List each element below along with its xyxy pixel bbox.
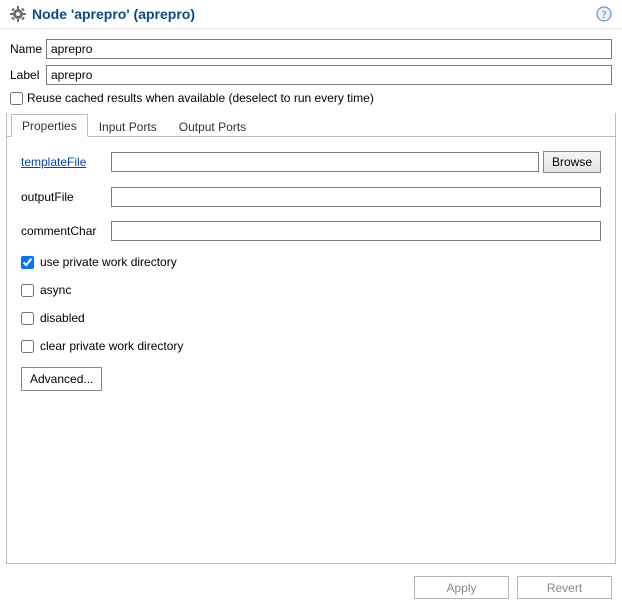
tab-input-ports[interactable]: Input Ports: [88, 115, 168, 137]
outputfile-input[interactable]: [111, 187, 601, 207]
svg-text:?: ?: [602, 10, 607, 21]
clear-private-checkbox[interactable]: [21, 340, 34, 353]
use-private-checkbox[interactable]: [21, 256, 34, 269]
name-input[interactable]: [46, 39, 612, 59]
label-label: Label: [10, 68, 46, 82]
name-label: Name: [10, 42, 46, 56]
gear-icon: [10, 6, 26, 22]
use-private-label: use private work directory: [40, 255, 177, 269]
help-icon[interactable]: ?: [596, 6, 612, 22]
outputfile-label: outputFile: [21, 190, 111, 204]
revert-button[interactable]: Revert: [517, 576, 612, 599]
panel-title: Node 'aprepro' (aprepro): [32, 6, 596, 22]
top-form: Name Label Reuse cached results when ava…: [0, 29, 622, 105]
async-checkbox[interactable]: [21, 284, 34, 297]
panel-header: Node 'aprepro' (aprepro) ?: [0, 0, 622, 29]
async-label: async: [40, 283, 71, 297]
advanced-button[interactable]: Advanced...: [21, 367, 102, 391]
tab-properties[interactable]: Properties: [11, 114, 88, 137]
commentchar-label: commentChar: [21, 224, 111, 238]
templatefile-input[interactable]: [111, 152, 539, 172]
reuse-checkbox[interactable]: [10, 92, 23, 105]
browse-button[interactable]: Browse: [543, 151, 601, 173]
reuse-label: Reuse cached results when available (des…: [27, 91, 374, 105]
tabstrip: Properties Input Ports Output Ports: [7, 113, 615, 137]
tab-container: Properties Input Ports Output Ports temp…: [6, 113, 616, 564]
footer-buttons: Apply Revert: [414, 576, 612, 599]
disabled-label: disabled: [40, 311, 85, 325]
disabled-checkbox[interactable]: [21, 312, 34, 325]
templatefile-label[interactable]: templateFile: [21, 155, 111, 169]
tab-output-ports[interactable]: Output Ports: [168, 115, 257, 137]
properties-panel: templateFile Browse outputFile commentCh…: [7, 137, 615, 405]
label-input[interactable]: [46, 65, 612, 85]
apply-button[interactable]: Apply: [414, 576, 509, 599]
commentchar-input[interactable]: [111, 221, 601, 241]
clear-private-label: clear private work directory: [40, 339, 183, 353]
